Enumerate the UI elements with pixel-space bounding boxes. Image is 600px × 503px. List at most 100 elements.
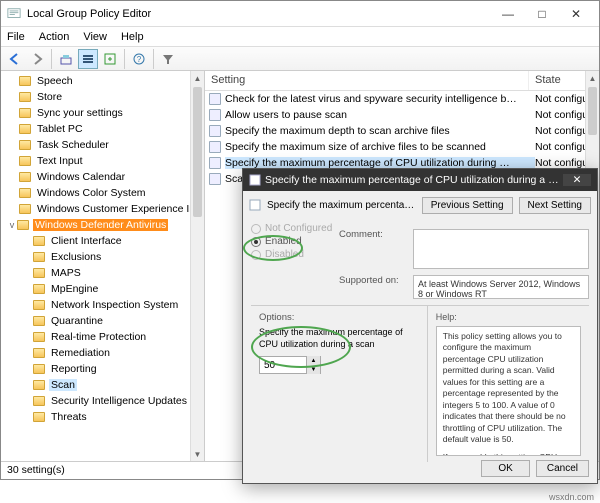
tree-scrollbar[interactable]: ▲ ▼ — [190, 71, 204, 461]
scroll-up-icon[interactable]: ▲ — [191, 71, 204, 85]
previous-setting-button[interactable]: Previous Setting — [422, 197, 513, 214]
maximize-button[interactable]: □ — [525, 3, 559, 25]
list-icon[interactable] — [78, 49, 98, 69]
tree-item[interactable]: Scan — [19, 377, 204, 393]
tree-label: Windows Color System — [35, 187, 148, 199]
tree-label: Tablet PC — [35, 123, 85, 135]
ok-button[interactable]: OK — [481, 460, 529, 477]
comment-textarea[interactable] — [413, 229, 589, 269]
tree-item[interactable]: MpEngine — [19, 281, 204, 297]
folder-icon — [19, 92, 31, 102]
tree-label: Sync your settings — [35, 107, 125, 119]
tree-item[interactable]: Network Inspection System — [19, 297, 204, 313]
export-icon[interactable] — [100, 49, 120, 69]
row-text: Specify the maximum size of archive file… — [225, 141, 535, 153]
spinner-value[interactable]: 50 — [260, 360, 306, 371]
radio-disabled[interactable]: Disabled — [251, 249, 339, 260]
up-icon[interactable] — [56, 49, 76, 69]
row-text: Specify the maximum depth to scan archiv… — [225, 125, 535, 137]
scroll-thumb[interactable] — [193, 87, 202, 217]
radio-not-configured[interactable]: Not Configured — [251, 223, 339, 234]
cpu-percent-spinner[interactable]: 50 ▲ ▼ — [259, 356, 321, 374]
state-radio-group: Not Configured Enabled Disabled — [251, 223, 339, 299]
tree-label: Windows Defender Antivirus — [33, 219, 168, 231]
menu-action[interactable]: Action — [39, 31, 70, 43]
back-icon[interactable] — [5, 49, 25, 69]
policy-icon — [209, 157, 221, 169]
spinner-down-icon[interactable]: ▼ — [306, 365, 320, 374]
forward-icon[interactable] — [27, 49, 47, 69]
supported-text: At least Windows Server 2012, Windows 8 … — [413, 275, 589, 299]
tree-item[interactable]: Windows Color System — [19, 185, 204, 201]
tree-item[interactable]: MAPS — [19, 265, 204, 281]
filter-icon[interactable] — [158, 49, 178, 69]
tree-item[interactable]: Threats — [19, 409, 204, 425]
tree-item[interactable]: Real-time Protection — [19, 329, 204, 345]
policy-dialog: Specify the maximum percentage of CPU ut… — [242, 168, 598, 484]
policy-icon — [209, 93, 221, 105]
chevron-down-icon[interactable]: v — [7, 220, 17, 230]
close-button[interactable]: ✕ — [559, 3, 593, 25]
tree-item[interactable]: vWindows Defender Antivirus — [19, 217, 204, 233]
tree-label: MAPS — [49, 267, 83, 279]
tree-label: Real-time Protection — [49, 331, 148, 343]
cancel-button[interactable]: Cancel — [536, 460, 589, 477]
help-icon[interactable]: ? — [129, 49, 149, 69]
tree-label: Scan — [49, 379, 77, 391]
tree-item[interactable]: Remediation — [19, 345, 204, 361]
menu-help[interactable]: Help — [121, 31, 144, 43]
tree-item[interactable]: Task Scheduler — [19, 137, 204, 153]
folder-icon — [19, 76, 31, 86]
tree-item[interactable]: Client Interface — [19, 233, 204, 249]
radio-enabled[interactable]: Enabled — [251, 236, 339, 247]
tree-item[interactable]: Windows Calendar — [19, 169, 204, 185]
tree-item[interactable]: Sync your settings — [19, 105, 204, 121]
tree-item[interactable]: Tablet PC — [19, 121, 204, 137]
tree-pane: SpeechStore Sync your settings Tablet PC Ta… — [1, 71, 205, 461]
option-label: Specify the maximum percentage of CPU ut… — [259, 327, 419, 350]
list-row[interactable]: Allow users to pause scanNot configu — [205, 107, 599, 123]
toolbar: ? — [1, 47, 599, 71]
scroll-up-icon[interactable]: ▲ — [586, 71, 599, 85]
list-row[interactable]: Specify the maximum depth to scan archiv… — [205, 123, 599, 139]
tree-label: Network Inspection System — [49, 299, 180, 311]
tree-label: MpEngine — [49, 283, 100, 295]
watermark: wsxdn.com — [549, 492, 594, 502]
tree-label: Windows Calendar — [35, 171, 127, 183]
app-icon — [7, 7, 21, 21]
list-row[interactable]: Check for the latest virus and spyware s… — [205, 91, 599, 107]
tree-item[interactable]: Windows Customer Experience Im — [19, 201, 204, 217]
dialog-close-button[interactable]: ✕ — [563, 174, 591, 186]
dialog-subtitle: Specify the maximum percentage of CPU ut… — [267, 200, 416, 211]
menu-file[interactable]: File — [7, 31, 25, 43]
folder-icon — [19, 108, 31, 118]
next-setting-button[interactable]: Next Setting — [519, 197, 591, 214]
folder-icon — [33, 348, 45, 358]
policy-icon — [209, 173, 221, 185]
list-row[interactable]: Specify the maximum size of archive file… — [205, 139, 599, 155]
folder-icon — [33, 332, 45, 342]
minimize-button[interactable]: — — [491, 3, 525, 25]
folder-icon — [19, 188, 31, 198]
menu-view[interactable]: View — [83, 31, 107, 43]
col-setting[interactable]: Setting — [205, 71, 529, 90]
tree-item[interactable]: Quarantine — [19, 313, 204, 329]
folder-icon — [33, 380, 45, 390]
tree-item[interactable]: Security Intelligence Updates — [19, 393, 204, 409]
row-text: Check for the latest virus and spyware s… — [225, 93, 535, 105]
tree-item[interactable]: Exclusions — [19, 249, 204, 265]
scroll-down-icon[interactable]: ▼ — [191, 447, 204, 461]
tree-item[interactable]: Speech — [19, 73, 204, 89]
policy-icon — [209, 125, 221, 137]
svg-text:?: ? — [137, 55, 142, 64]
tree-item[interactable]: Store — [19, 89, 204, 105]
tree-item[interactable]: Text Input — [19, 153, 204, 169]
tree-label: Reporting — [49, 363, 99, 375]
spinner-up-icon[interactable]: ▲ — [306, 356, 320, 365]
menubar: File Action View Help — [1, 27, 599, 47]
help-header: Help: — [436, 312, 581, 322]
dialog-titlebar: Specify the maximum percentage of CPU ut… — [243, 169, 597, 191]
folder-icon — [33, 316, 45, 326]
scroll-thumb[interactable] — [588, 87, 597, 135]
tree-item[interactable]: Reporting — [19, 361, 204, 377]
